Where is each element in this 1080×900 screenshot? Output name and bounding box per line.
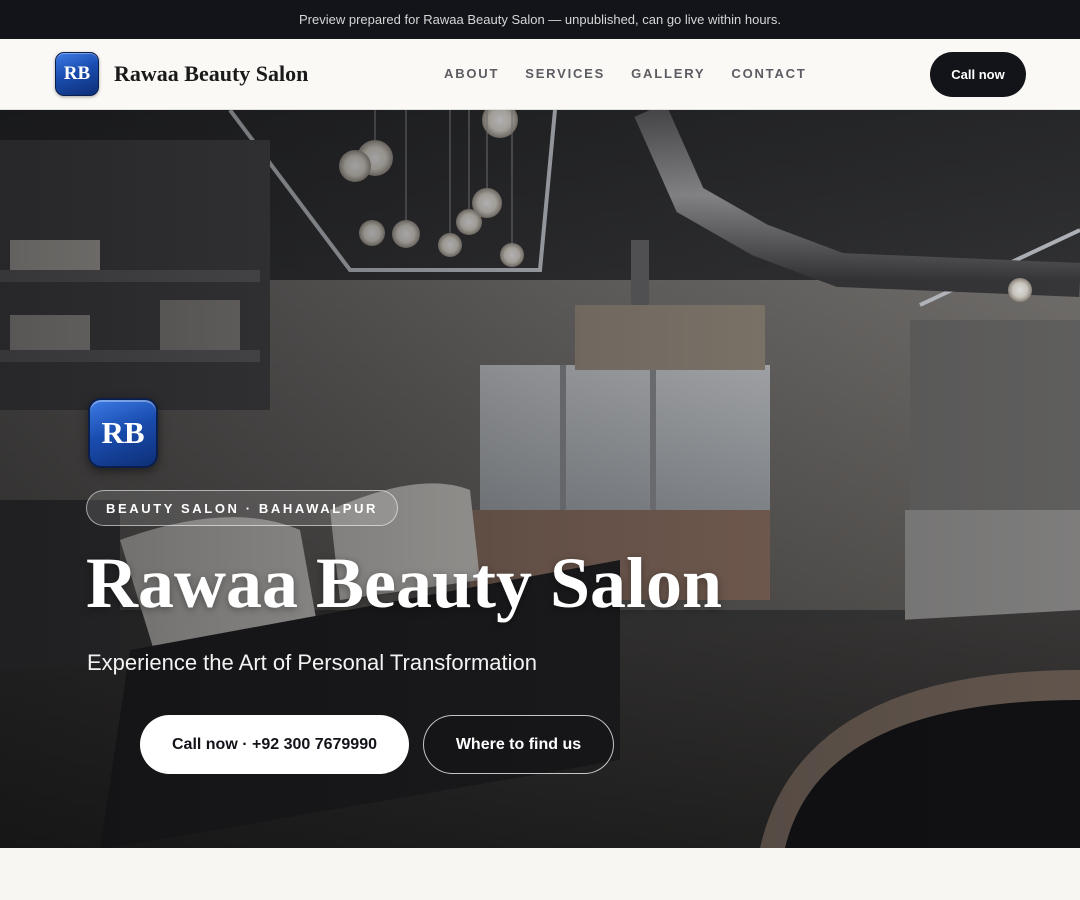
preview-banner-text: Preview prepared for Rawaa Beauty Salon … — [299, 12, 781, 27]
call-now-button[interactable]: Call now — [930, 52, 1026, 97]
preview-banner: Preview prepared for Rawaa Beauty Salon … — [0, 0, 1080, 39]
nav-link-contact[interactable]: CONTACT — [731, 66, 806, 81]
brand-logo[interactable]: RB — [55, 52, 99, 96]
main-menu: ABOUT SERVICES GALLERY CONTACT — [444, 66, 807, 81]
find-us-button[interactable]: Where to find us — [423, 715, 614, 774]
hero-subtitle: Experience the Art of Personal Transform… — [87, 650, 538, 675]
next-section — [0, 848, 1080, 900]
nav-link-services[interactable]: SERVICES — [525, 66, 605, 81]
call-phone-button[interactable]: Call now · +92 300 7679990 — [140, 715, 409, 774]
hero-title: Rawaa Beauty Salon — [86, 543, 723, 623]
hero-tag: BEAUTY SALON · BAHAWALPUR — [86, 490, 399, 526]
hero-logo: RB — [88, 398, 158, 468]
hero-section: RB BEAUTY SALON · BAHAWALPUR Rawaa Beaut… — [0, 110, 1080, 848]
nav-link-gallery[interactable]: GALLERY — [631, 66, 705, 81]
top-navigation: RB Rawaa Beauty Salon ABOUT SERVICES GAL… — [0, 39, 1080, 110]
nav-link-about[interactable]: ABOUT — [444, 66, 499, 81]
brand-name[interactable]: Rawaa Beauty Salon — [114, 61, 308, 87]
